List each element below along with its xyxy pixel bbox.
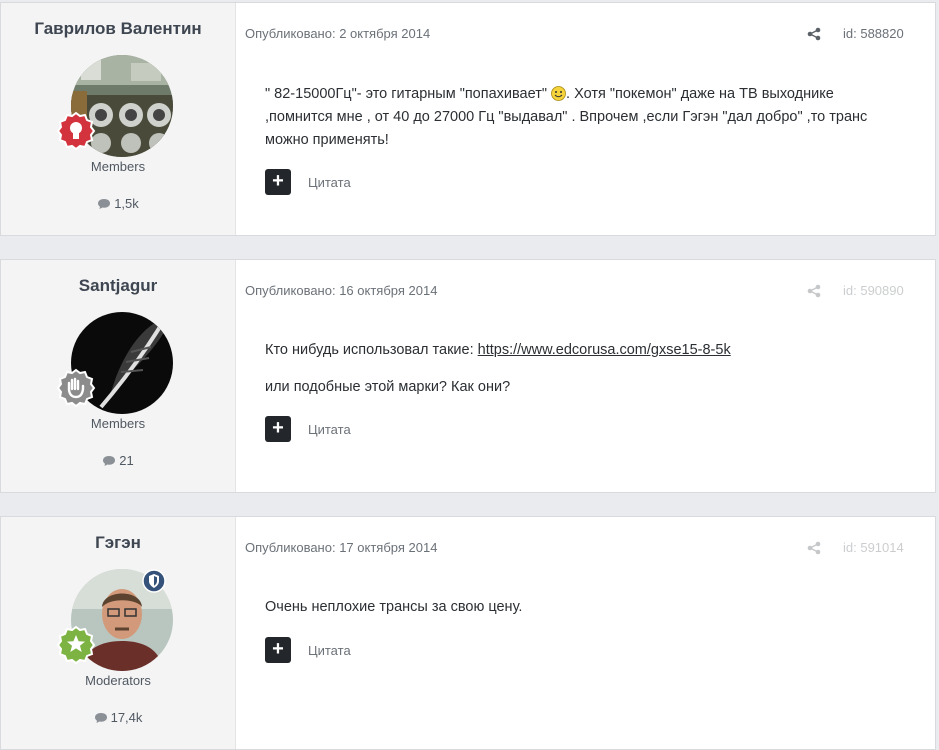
- author-panel: Гэгэн Moderators 17,4k: [1, 517, 236, 749]
- post-count-value: 1,5k: [114, 196, 139, 211]
- author-name[interactable]: Гаврилов Валентин: [1, 19, 235, 39]
- multiquote-button[interactable]: +: [265, 169, 291, 195]
- post-id[interactable]: id: 588820: [843, 26, 904, 41]
- comment-icon: [103, 456, 116, 466]
- author-panel: Гаврилов Валентин Members 1,5k: [1, 3, 236, 235]
- author-panel: Santjagur Members 21: [1, 260, 236, 492]
- post-count-value: 17,4k: [110, 710, 143, 725]
- post-link[interactable]: https://www.edcorusa.com/gxse15-8-5k: [478, 342, 731, 358]
- post-text-line: ,помнится мне , от 40 до 27000 Гц "выдав…: [265, 109, 868, 125]
- post-content: Кто нибудь использовал такие: https://ww…: [265, 339, 731, 399]
- post-count: 21: [1, 453, 235, 468]
- smile-emoji-icon: [551, 86, 566, 101]
- published-date[interactable]: Опубликовано: 16 октября 2014: [245, 283, 437, 298]
- member-group: Members: [90, 416, 146, 431]
- multiquote-button[interactable]: +: [265, 637, 291, 663]
- published-date[interactable]: Опубликовано: 17 октября 2014: [245, 540, 437, 555]
- post-1: Гаврилов Валентин Members 1,5k Опубликов…: [0, 2, 936, 236]
- quote-button[interactable]: Цитата: [308, 422, 351, 437]
- share-icon[interactable]: [807, 284, 821, 298]
- post-text-line: " 82-15000Гц"- это гитарным "попахивает"…: [265, 86, 834, 102]
- post-3: Гэгэн Moderators 17,4k Опубликовано: 17 …: [0, 516, 936, 750]
- post-id[interactable]: id: 590890: [843, 283, 904, 298]
- post-count-value: 21: [119, 453, 134, 468]
- quote-button[interactable]: Цитата: [308, 643, 351, 658]
- post-id[interactable]: id: 591014: [843, 540, 904, 555]
- member-group: Moderators: [85, 673, 151, 688]
- post-text-line: можно применять!: [265, 132, 389, 148]
- comment-icon: [98, 199, 111, 209]
- comment-icon: [94, 713, 107, 723]
- post-count: 17,4k: [1, 710, 235, 725]
- post-content: " 82-15000Гц"- это гитарным "попахивает"…: [265, 83, 867, 152]
- share-icon[interactable]: [807, 541, 821, 555]
- lightbulb-rank-icon: [56, 111, 96, 151]
- author-name[interactable]: Santjagur: [1, 276, 235, 296]
- quote-button[interactable]: Цитата: [308, 175, 351, 190]
- hand-rank-icon: [56, 368, 96, 408]
- share-icon[interactable]: [807, 27, 821, 41]
- post-text-line: или подобные этой марки? Как они?: [265, 379, 511, 395]
- post-count: 1,5k: [1, 196, 235, 211]
- post-text-line: Кто нибудь использовал такие: https://ww…: [265, 342, 731, 358]
- post-text-line: Очень неплохие трансы за свою цену.: [265, 599, 523, 615]
- moderator-shield-icon: [142, 569, 166, 593]
- star-rank-icon: [56, 625, 96, 665]
- member-group: Members: [90, 159, 146, 174]
- author-name[interactable]: Гэгэн: [1, 533, 235, 553]
- multiquote-button[interactable]: +: [265, 416, 291, 442]
- post-2: Santjagur Members 21 Опубликовано: 16 ок…: [0, 259, 936, 493]
- post-content: Очень неплохие трансы за свою цену.: [265, 596, 522, 619]
- published-date[interactable]: Опубликовано: 2 октября 2014: [245, 26, 430, 41]
